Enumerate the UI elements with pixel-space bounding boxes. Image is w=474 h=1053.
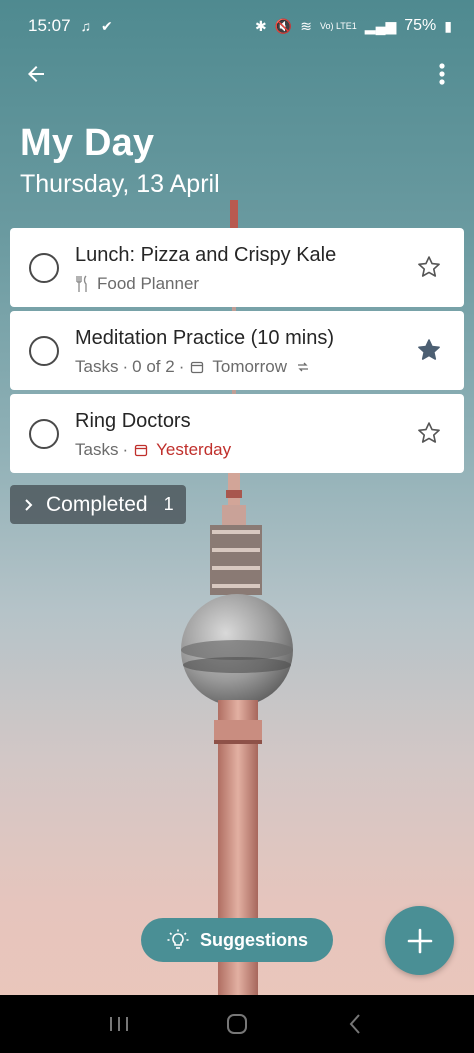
complete-task-checkbox[interactable]: [29, 336, 59, 366]
task-item[interactable]: Ring Doctors Tasks · Yesterday: [10, 394, 464, 473]
task-list-name: Food Planner: [97, 274, 200, 293]
battery-percent: 75%: [404, 17, 437, 34]
star-outline-icon[interactable]: [416, 420, 442, 446]
system-back-button[interactable]: [335, 1004, 375, 1044]
chevron-right-icon: [25, 498, 33, 511]
status-time: 15:07: [28, 16, 71, 35]
task-list-name: Tasks: [75, 440, 119, 459]
home-icon: [227, 1014, 247, 1034]
recent-apps-icon: [110, 1017, 128, 1031]
suggestions-button[interactable]: Suggestions: [141, 918, 333, 962]
network-label: Vo) LTE1: [319, 20, 357, 31]
more-options-button[interactable]: [424, 56, 460, 92]
app-bar: [0, 52, 474, 96]
add-task-button[interactable]: [385, 906, 454, 975]
task-due-date: Yesterday: [156, 440, 232, 459]
task-meta: Tasks · Yesterday: [75, 440, 232, 459]
status-bar: 15:07 ♫ ✔ ✱ 🔇 ≋ Vo) LTE1 ▂▄▆ 75% ▮: [0, 0, 474, 52]
repeat-icon: [297, 362, 308, 372]
task-title: Lunch: Pizza and Crispy Kale: [75, 244, 337, 266]
calendar-icon: [191, 361, 204, 374]
plus-icon: [407, 928, 432, 953]
page-date: Thursday, 13 April: [20, 170, 220, 198]
task-title: Ring Doctors: [75, 410, 191, 432]
task-meta: Food Planner: [75, 274, 199, 294]
back-button[interactable]: [18, 56, 54, 92]
suggestions-label: Suggestions: [199, 929, 308, 950]
system-nav-bar: [0, 995, 474, 1053]
bluetooth-icon: ✱: [255, 17, 267, 34]
fork-knife-icon: [76, 275, 87, 292]
task-list: Lunch: Pizza and Crispy Kale Food Planne…: [10, 228, 464, 477]
completed-count: 1: [163, 494, 174, 514]
complete-task-checkbox[interactable]: [29, 419, 59, 449]
completed-label: Completed: [46, 492, 148, 516]
star-filled-icon[interactable]: [416, 337, 442, 363]
task-item[interactable]: Meditation Practice (10 mins) Tasks · 0 …: [10, 311, 464, 390]
signal-icon: ▂▄▆: [364, 17, 397, 34]
task-steps: 0 of 2: [132, 357, 175, 376]
wifi-icon: ≋: [300, 17, 312, 34]
completed-toggle[interactable]: Completed 1: [10, 485, 186, 524]
task-title: Meditation Practice (10 mins): [75, 327, 334, 349]
lightbulb-icon: [167, 929, 189, 949]
battery-icon: ▮: [444, 17, 452, 34]
task-meta: Tasks · 0 of 2 · Tomorrow: [75, 357, 311, 377]
arrow-left-icon: [28, 66, 44, 82]
music-note-icon: ♫: [80, 18, 92, 34]
chevron-left-icon: [349, 1014, 360, 1034]
recent-apps-button[interactable]: [99, 1004, 139, 1044]
home-button[interactable]: [217, 1004, 257, 1044]
page-title: My Day: [20, 122, 155, 164]
task-due-date: Tomorrow: [212, 357, 287, 376]
task-item[interactable]: Lunch: Pizza and Crispy Kale Food Planne…: [10, 228, 464, 307]
complete-task-checkbox[interactable]: [29, 253, 59, 283]
task-list-name: Tasks: [75, 357, 119, 376]
checkmark-icon: ✔: [101, 17, 113, 34]
calendar-icon: [134, 444, 148, 457]
mute-icon: 🔇: [274, 17, 293, 34]
more-vertical-icon: [439, 63, 445, 85]
star-outline-icon[interactable]: [416, 254, 442, 280]
